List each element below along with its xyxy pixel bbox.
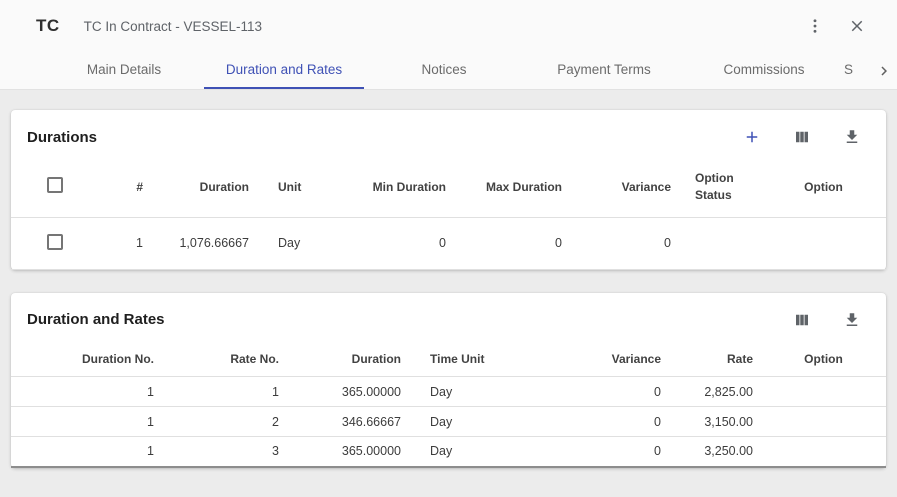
kebab-menu-button[interactable] [801,12,829,40]
table-row[interactable]: 1 1,076.66667 Day 0 0 0 [11,217,886,269]
tab-payment-terms[interactable]: Payment Terms [524,52,684,89]
columns-icon [793,128,811,146]
duration-rates-card: Duration and Rates [11,293,886,468]
column-header: Variance [572,162,681,217]
table-row[interactable]: 1 2 346.66667 Day 0 3,150.00 [11,407,886,437]
tab-label: Duration and Rates [226,62,342,77]
close-icon [848,17,866,35]
cell-option-status [681,217,771,269]
select-all-checkbox[interactable] [47,177,63,193]
duration-rates-actions [788,306,866,334]
cell-option [773,437,886,467]
column-header: Duration No. [11,345,166,377]
tab-overflow-partial[interactable]: S [844,52,870,89]
duration-rates-table: Duration No. Rate No. Duration Time Unit… [11,345,886,468]
add-duration-button[interactable] [738,123,766,151]
table-row[interactable]: 1 1 365.00000 Day 0 2,825.00 [11,377,886,407]
cell-unit: Day [259,217,349,269]
cell-variance: 0 [523,437,673,467]
window-title: TC In Contract - VESSEL-113 [84,19,262,34]
columns-settings-button[interactable] [788,123,816,151]
tab-notices[interactable]: Notices [364,52,524,89]
app-logo: TC [36,16,60,36]
column-header: Max Duration [456,162,572,217]
tabs-scroll-right-button[interactable] [875,52,893,89]
cell-variance: 0 [523,377,673,407]
close-button[interactable] [843,12,871,40]
tab-commissions[interactable]: Commissions [684,52,844,89]
cell-variance: 0 [572,217,681,269]
durations-header-row: # Duration Unit Min Duration Max Duratio… [11,162,886,217]
tab-label: Notices [421,62,466,77]
cell-num: 1 [83,217,153,269]
column-header: Variance [523,345,673,377]
cell-option [773,377,886,407]
window-header: TC TC In Contract - VESSEL-113 [0,0,897,52]
cell-max-duration: 0 [456,217,572,269]
column-header: Rate [673,345,773,377]
cell-rate: 2,825.00 [673,377,773,407]
column-header: Min Duration [349,162,456,217]
tc-contract-window: TC TC In Contract - VESSEL-113 Main Deta… [0,0,897,497]
cell-rate: 3,250.00 [673,437,773,467]
tab-bar: Main Details Duration and Rates Notices … [0,52,897,90]
column-header: Option [773,345,886,377]
cell-time-unit: Day [413,377,523,407]
cell-time-unit: Day [413,437,523,467]
cell-duration-no: 1 [11,407,166,437]
duration-rates-card-header: Duration and Rates [11,293,886,345]
row-checkbox[interactable] [47,234,63,250]
cell-duration: 365.00000 [291,437,413,467]
tab-label: S [844,62,853,77]
download-durations-button[interactable] [838,123,866,151]
duration-rates-title: Duration and Rates [27,311,165,328]
kebab-icon [806,17,824,35]
cell-duration: 365.00000 [291,377,413,407]
durations-actions [738,123,866,151]
column-header: Duration [291,345,413,377]
columns-settings-button[interactable] [788,306,816,334]
tab-main-details[interactable]: Main Details [44,52,204,89]
tab-label: Main Details [87,62,161,77]
plus-icon [743,128,761,146]
durations-card-header: Durations [11,110,886,162]
duration-rates-header-row: Duration No. Rate No. Duration Time Unit… [11,345,886,377]
download-duration-rates-button[interactable] [838,306,866,334]
durations-card: Durations [11,110,886,270]
cell-rate: 3,150.00 [673,407,773,437]
column-header: Option Status [681,162,771,217]
cell-rate-no: 3 [166,437,291,467]
cell-duration-no: 1 [11,437,166,467]
cell-rate-no: 2 [166,407,291,437]
table-row[interactable]: 1 3 365.00000 Day 0 3,250.00 [11,437,886,467]
columns-icon [793,311,811,329]
cell-duration-no: 1 [11,377,166,407]
download-icon [843,128,861,146]
cell-option [771,217,886,269]
chevron-right-icon [875,62,893,80]
cell-time-unit: Day [413,407,523,437]
download-icon [843,311,861,329]
cell-rate-no: 1 [166,377,291,407]
tab-duration-and-rates[interactable]: Duration and Rates [204,52,364,89]
cell-duration: 346.66667 [291,407,413,437]
tab-label: Payment Terms [557,62,651,77]
column-header: # [83,162,153,217]
cell-variance: 0 [523,407,673,437]
column-header: Option [771,162,886,217]
cell-min-duration: 0 [349,217,456,269]
cell-duration: 1,076.66667 [153,217,259,269]
durations-title: Durations [27,129,97,146]
cell-option [773,407,886,437]
durations-table: # Duration Unit Min Duration Max Duratio… [11,162,886,270]
column-header: Unit [259,162,349,217]
tab-label: Commissions [723,62,804,77]
column-header: Duration [153,162,259,217]
column-header: Time Unit [413,345,523,377]
column-header: Rate No. [166,345,291,377]
content-area: Durations [0,90,897,497]
